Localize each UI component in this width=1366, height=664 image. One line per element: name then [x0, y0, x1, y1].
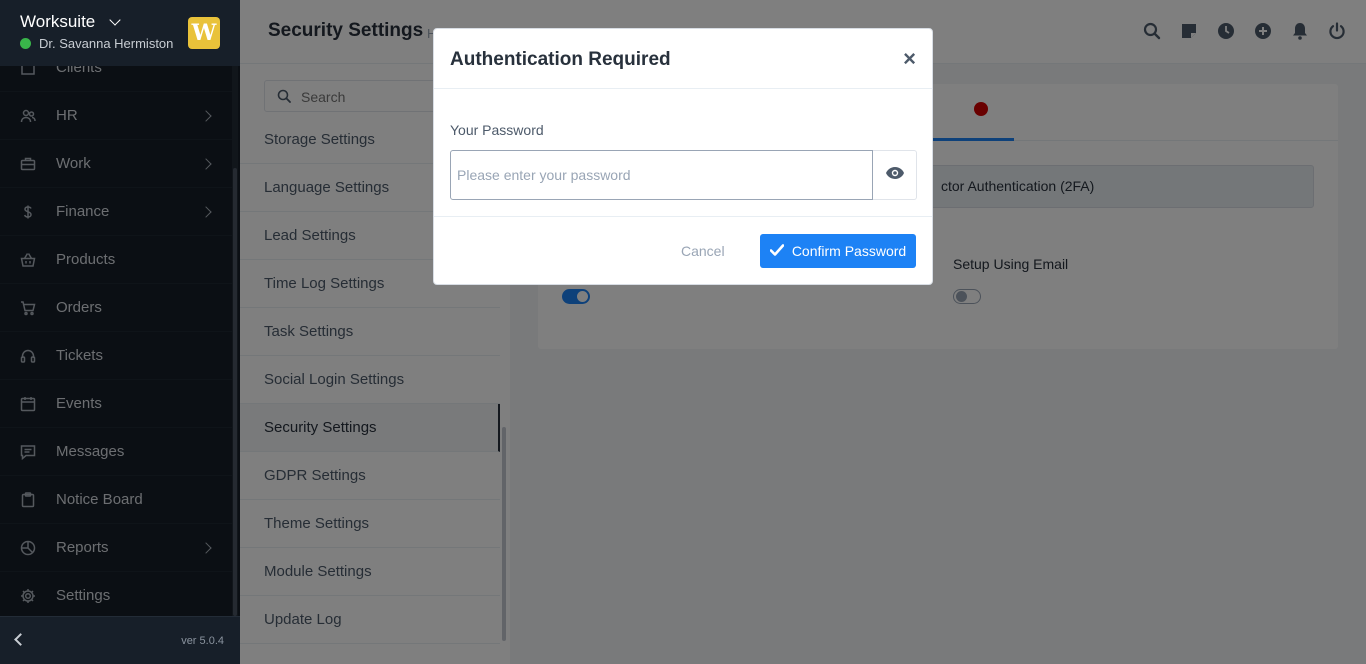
confirm-password-label: Confirm Password — [791, 243, 907, 259]
password-label: Your Password — [450, 122, 544, 138]
brand-name-dropdown[interactable]: Worksuite — [20, 12, 121, 32]
collapse-sidebar-icon[interactable] — [14, 633, 27, 646]
confirm-password-button[interactable]: Confirm Password — [760, 234, 916, 268]
version-label: ver 5.0.4 — [181, 635, 224, 647]
modal-header: Authentication Required × — [434, 29, 932, 89]
check-icon — [769, 243, 785, 259]
eye-icon — [885, 166, 904, 184]
sidebar-footer: ver 5.0.4 — [0, 616, 240, 664]
brand-header[interactable]: Worksuite Dr. Savanna Hermiston W — [0, 0, 240, 66]
authentication-modal: Authentication Required × Your Password … — [433, 28, 933, 285]
chevron-down-icon — [109, 13, 121, 26]
cancel-button[interactable]: Cancel — [681, 243, 725, 259]
modal-title: Authentication Required — [450, 49, 671, 70]
close-icon[interactable]: × — [903, 48, 916, 70]
password-field[interactable] — [450, 150, 873, 200]
online-status-icon — [20, 38, 31, 49]
brand-user: Dr. Savanna Hermiston — [20, 36, 173, 51]
show-password-button[interactable] — [873, 150, 917, 200]
logo: W — [188, 17, 220, 49]
user-name: Dr. Savanna Hermiston — [39, 36, 174, 51]
brand-name: Worksuite — [20, 12, 96, 31]
modal-footer: Cancel Confirm Password — [434, 216, 932, 284]
